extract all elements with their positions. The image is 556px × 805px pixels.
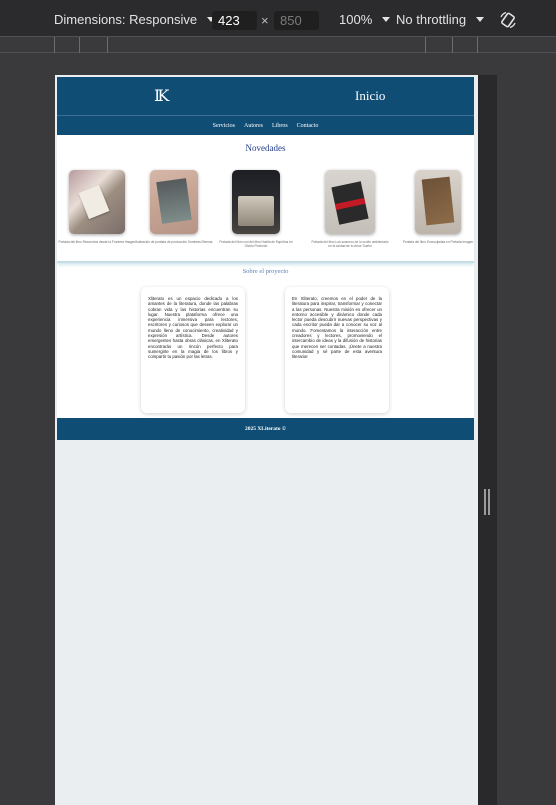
ruler-tick [477, 37, 478, 53]
book-caption: Ilustración de portada de producción Som… [135, 240, 213, 244]
throttling-label: No throttling [396, 12, 467, 27]
emulated-page: IK Inicio Servicios Autores Libros Conta… [55, 75, 478, 805]
header-title[interactable]: Inicio [355, 88, 385, 104]
ruler-tick [107, 37, 108, 53]
dimensions-dropdown[interactable]: Dimensions: Responsive [54, 12, 216, 27]
news-title: Novedades [245, 143, 286, 153]
height-input[interactable]: 850 [274, 11, 319, 30]
ruler-tick [54, 37, 55, 53]
book-card[interactable]: Portada del libro Recuerdos desde la Fro… [57, 170, 137, 244]
about-card-right: En Xliterato, creemos en el poder de la … [285, 287, 389, 413]
book-card[interactable]: Portada del libro Encrucijadas en Portad… [398, 170, 478, 244]
ruler-tick [79, 37, 80, 53]
nav-link-contacto[interactable]: Contacto [297, 123, 319, 129]
nav-link-servicios[interactable]: Servicios [213, 123, 235, 129]
throttling-dropdown[interactable]: No throttling [396, 12, 485, 27]
main-nav: Servicios Autores Libros Contacto [57, 115, 474, 135]
book-caption: Portada del libro Los susurros de lo ocu… [311, 240, 389, 248]
chevron-down-icon [476, 17, 485, 22]
site-logo[interactable]: IK [154, 86, 169, 105]
dimension-separator: × [261, 13, 269, 28]
book-caption: Portada del libro Recuerdos desde la Fro… [58, 240, 136, 244]
rotate-icon[interactable] [499, 11, 517, 29]
devtools-toolbar: Dimensions: Responsive 423 × 850 100% No… [0, 0, 556, 38]
site-root: IK Inicio Servicios Autores Libros Conta… [57, 77, 474, 440]
nav-link-libros[interactable]: Libros [272, 123, 288, 129]
book-caption: Portada del libro Encrucijadas en Portad… [402, 240, 474, 244]
book-card[interactable]: Ilustración de portada de producción Som… [134, 170, 214, 244]
chevron-down-icon [382, 17, 391, 22]
book-cover-image [415, 170, 461, 234]
width-input[interactable]: 423 [212, 11, 257, 30]
book-caption: Portada del libro con del libro Huella d… [219, 240, 293, 248]
media-query-ruler[interactable] [0, 36, 556, 53]
resize-handle[interactable] [484, 489, 490, 515]
zoom-dropdown[interactable]: 100% [339, 12, 391, 27]
book-card[interactable]: Portada del libro con del libro Huella d… [216, 170, 296, 248]
book-card[interactable]: Portada del libro Los susurros de lo ocu… [310, 170, 390, 248]
ruler-tick [452, 37, 453, 53]
site-header: IK Inicio [57, 77, 474, 115]
ruler-tick [425, 37, 426, 53]
dimensions-label: Dimensions: Responsive [54, 12, 198, 27]
news-carousel: Portada del libro Recuerdos desde la Fro… [57, 159, 474, 263]
zoom-label: 100% [339, 12, 373, 27]
book-cover-image [325, 170, 375, 234]
nav-link-autores[interactable]: Autores [244, 123, 263, 129]
about-card-left: Xliterato es un espacio dedicado a los a… [141, 287, 245, 413]
viewport-side-strip [478, 75, 497, 805]
about-title: Sobre el proyecto [242, 268, 289, 275]
book-cover-image [69, 170, 125, 234]
site-footer: 2025 XLiterato © [57, 418, 474, 440]
book-cover-image [232, 170, 280, 234]
book-cover-image [150, 170, 198, 234]
